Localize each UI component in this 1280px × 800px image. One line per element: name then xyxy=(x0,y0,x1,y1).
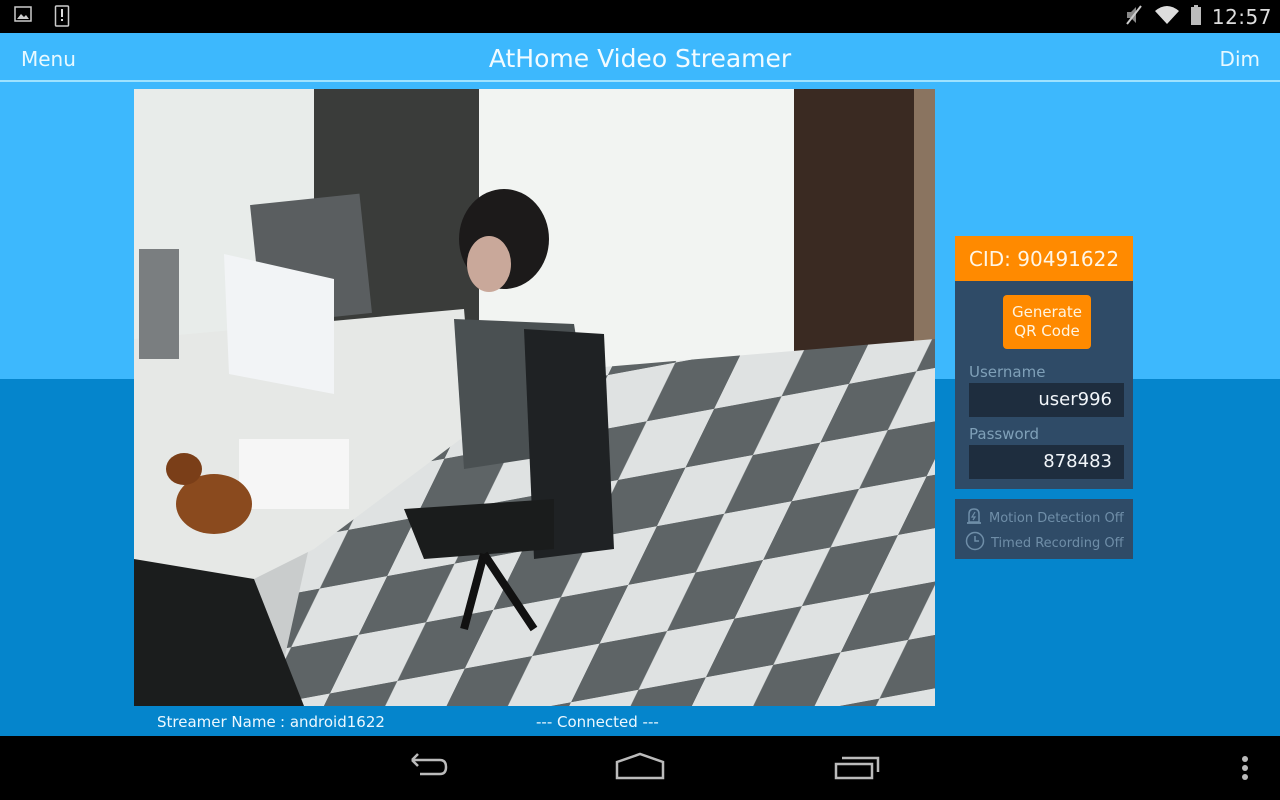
motion-detection-text: Motion Detection Off xyxy=(989,510,1124,526)
recent-apps-icon[interactable] xyxy=(834,752,882,786)
home-icon[interactable] xyxy=(615,752,665,786)
username-field: user996 xyxy=(969,383,1124,417)
connection-status: --- Connected --- xyxy=(536,713,659,731)
motion-detection-status[interactable]: Motion Detection Off xyxy=(965,507,1124,529)
qr-button-line2: QR Code xyxy=(1014,322,1080,340)
app-bar-divider xyxy=(0,80,1280,82)
overflow-menu-icon[interactable] xyxy=(1238,754,1252,788)
alert-notification-icon xyxy=(54,5,70,31)
mute-icon xyxy=(1124,4,1144,30)
timed-recording-text: Timed Recording Off xyxy=(991,535,1124,551)
streamer-name-value: : android1622 xyxy=(280,713,385,731)
app-title: AtHome Video Streamer xyxy=(488,44,792,73)
wifi-icon xyxy=(1154,4,1180,30)
cid-header: CID: 90491622 xyxy=(955,236,1133,281)
camera-preview[interactable] xyxy=(134,89,935,706)
dim-button[interactable]: Dim xyxy=(1220,47,1260,71)
alarm-siren-icon xyxy=(965,507,983,529)
back-icon[interactable] xyxy=(402,752,448,786)
credentials-panel: Generate QR Code Username user996 Passwo… xyxy=(955,281,1133,489)
recording-status-panel: Motion Detection Off Timed Recording Off xyxy=(955,499,1133,559)
gallery-notification-icon xyxy=(14,5,32,31)
clock-icon xyxy=(965,531,985,555)
password-field: 878483 xyxy=(969,445,1124,479)
timed-recording-status[interactable]: Timed Recording Off xyxy=(965,531,1124,555)
status-bar: 12:57 xyxy=(0,0,1280,33)
username-label: Username xyxy=(969,363,1046,381)
password-label: Password xyxy=(969,425,1040,443)
battery-icon xyxy=(1190,4,1202,30)
generate-qr-code-button[interactable]: Generate QR Code xyxy=(1003,295,1091,349)
clock: 12:57 xyxy=(1211,5,1272,29)
camera-frame-image xyxy=(134,89,935,706)
navigation-bar xyxy=(0,736,1280,800)
qr-button-line1: Generate xyxy=(1011,303,1083,321)
streamer-name-label: Streamer Name xyxy=(157,713,276,731)
